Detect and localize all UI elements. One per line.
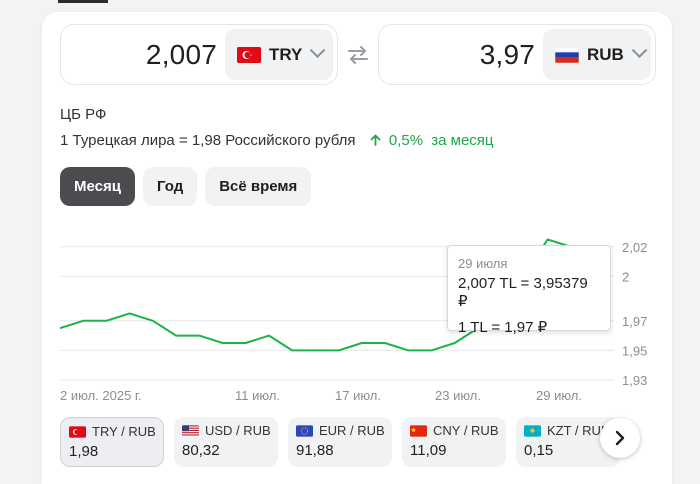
eu-flag-icon [296, 424, 313, 437]
x-tick-label: 29 июл. [536, 388, 582, 402]
x-tick-label: 11 июл. [235, 388, 280, 402]
y-tick-label: 2 [622, 269, 629, 284]
tab-year[interactable]: Год [142, 167, 198, 206]
swap-arrows-icon[interactable] [346, 44, 370, 66]
tooltip-unit-rate: 1 TL = 1,97 ₽ [458, 319, 548, 336]
rate-change-period: за месяц [431, 132, 494, 149]
arrow-up-icon [370, 134, 381, 146]
scroll-next-button[interactable] [600, 418, 640, 458]
china-flag-icon [410, 424, 427, 437]
tooltip-conversion: 2,007 TL = 3,95379 ₽ [458, 275, 588, 310]
tab-all-time[interactable]: Всё время [205, 167, 312, 206]
y-tick-label: 1,95 [622, 343, 647, 358]
pair-value: 11,09 [410, 442, 447, 459]
period-tabs: Месяц Год Всё время [60, 167, 312, 206]
pair-eur-rub[interactable]: EUR / RUB 91,88 [288, 417, 392, 467]
pair-value: 91,88 [296, 442, 334, 459]
pair-value: 1,98 [69, 443, 99, 460]
kazakhstan-flag-icon [524, 424, 541, 437]
to-currency-select[interactable]: RUB [543, 29, 651, 80]
rate-change: 0,5% за месяц [370, 132, 494, 149]
pair-label: EUR / RUB [319, 423, 385, 438]
pair-label: TRY / RUB [92, 424, 156, 439]
pair-label: USD / RUB [205, 423, 271, 438]
currency-converter-card: 2,007 TRY 3,97 RUB ЦБ РФ 1 Турецкая лира… [42, 12, 672, 484]
to-currency-code: RUB [587, 44, 624, 64]
y-tick-label: 1,93 [622, 373, 647, 388]
x-tick-label: 23 июл. [435, 388, 481, 402]
rate-text: 1 Турецкая лира = 1,98 Российского рубля [60, 132, 356, 149]
pair-try-rub[interactable]: TRY / RUB 1,98 [60, 417, 164, 467]
pair-value: 0,15 [524, 442, 554, 459]
to-currency-box: 3,97 RUB [378, 24, 656, 85]
rate-change-value: 0,5% [388, 132, 424, 149]
pair-value: 80,32 [182, 442, 220, 459]
tooltip-date: 29 июля [458, 256, 508, 271]
from-currency-box: 2,007 TRY [60, 24, 338, 85]
from-currency-select[interactable]: TRY [225, 29, 333, 80]
chevron-right-icon [615, 430, 625, 446]
from-currency-code: TRY [269, 44, 303, 64]
turkey-flag-icon [237, 46, 261, 63]
chart-tooltip: 29 июля 2,007 TL = 3,95379 ₽ 1 TL = 1,97… [447, 245, 611, 336]
tab-month[interactable]: Месяц [60, 167, 135, 206]
x-tick-label: 2 июл. 2025 г. [60, 388, 142, 402]
y-tick-label: 1,97 [622, 314, 647, 329]
usa-flag-icon [182, 424, 199, 437]
from-amount-input[interactable]: 2,007 [146, 39, 217, 71]
pair-usd-rub[interactable]: USD / RUB 80,32 [174, 417, 278, 467]
russia-flag-icon [555, 46, 579, 63]
y-tick-label: 2,02 [622, 240, 647, 255]
chevron-down-icon [631, 42, 648, 59]
rate-summary: 1 Турецкая лира = 1,98 Российского рубля… [60, 132, 494, 149]
x-tick-label: 17 июл. [335, 388, 381, 402]
rate-source: ЦБ РФ [60, 106, 107, 123]
to-amount-input[interactable]: 3,97 [480, 39, 535, 71]
currency-pairs-list: TRY / RUB 1,98 USD / RUB 80,32 EUR / RUB… [60, 417, 620, 467]
pair-cny-rub[interactable]: CNY / RUB 11,09 [402, 417, 506, 467]
top-tab-indicator [58, 0, 108, 3]
turkey-flag-icon [69, 425, 86, 438]
chevron-down-icon [310, 42, 326, 59]
pair-label: CNY / RUB [433, 423, 499, 438]
